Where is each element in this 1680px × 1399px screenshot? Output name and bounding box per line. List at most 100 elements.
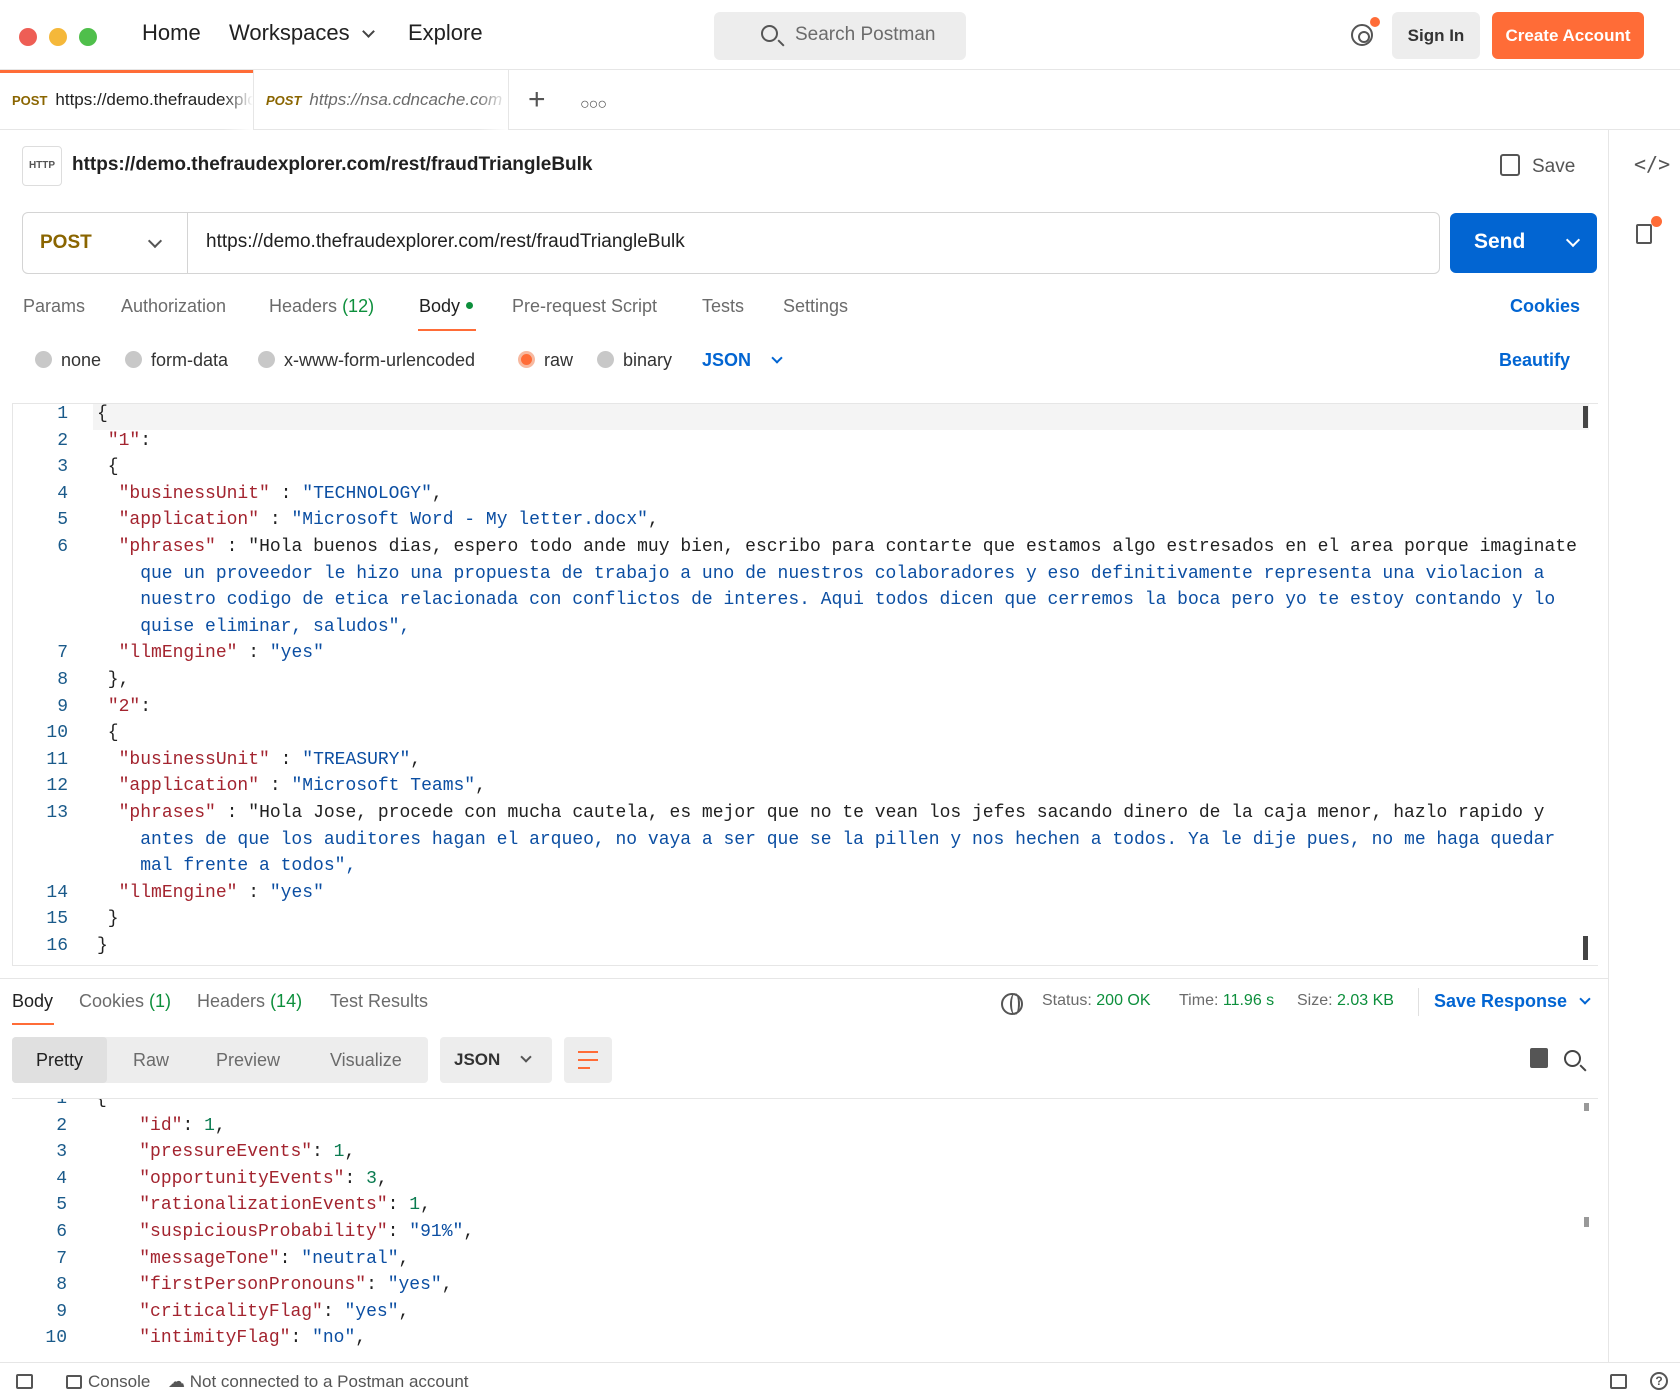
code-line: "application" : "Microsoft Word - My let… [118,510,659,531]
code-line: nuestro codigo de etica relacionada con … [97,590,1556,611]
line-number: 8 [57,670,68,690]
chevron-down-icon [520,1051,532,1063]
maximize-window-button[interactable] [79,28,97,46]
code-line: "rationalizationEvents": 1, [139,1195,431,1216]
save-button[interactable]: Save [1500,154,1575,178]
radio-none[interactable]: none [35,350,101,371]
tab-settings[interactable]: Settings [783,296,848,317]
tab-method: POST [266,93,302,108]
active-tab-indicator [12,1023,54,1025]
minimize-window-button[interactable] [49,28,67,46]
nav-explore[interactable]: Explore [408,20,483,46]
chevron-down-icon[interactable] [1565,232,1581,248]
line-number: 7 [57,643,68,664]
radio-urlencoded[interactable]: x-www-form-urlencoded [258,350,475,371]
tab-tests[interactable]: Tests [702,296,744,317]
tab-authorization[interactable]: Authorization [121,296,226,317]
method-select[interactable]: POST [23,213,188,273]
active-tab-indicator [418,329,476,331]
connection-status[interactable]: ☁ Not connected to a Postman account [168,1372,469,1392]
response-format-select[interactable]: JSON [440,1037,552,1083]
nav-home[interactable]: Home [142,20,201,46]
line-number: 2 [57,430,68,451]
wrap-lines-button[interactable] [564,1037,612,1083]
response-tab-test-results[interactable]: Test Results [330,991,428,1012]
request-title[interactable]: https://demo.thefraudexplorer.com/rest/f… [72,154,593,176]
chevron-down-icon [361,25,375,38]
status-readout: Status: 200 OK [1042,992,1151,1009]
tab-request-2[interactable]: POST https://nsa.cdncache.com [253,70,509,130]
globe-icon[interactable] [1001,993,1023,1015]
create-account-button[interactable]: Create Account [1492,12,1644,59]
line-number: 14 [46,882,68,903]
save-response-button[interactable]: Save Response [1434,991,1591,1012]
search-placeholder: Search Postman [795,24,936,45]
time-readout: Time: 11.96 s [1179,992,1275,1009]
view-pretty[interactable]: Pretty [12,1037,108,1083]
gear-icon[interactable] [1351,24,1373,46]
view-preview[interactable]: Preview [192,1037,304,1083]
beautify-button[interactable]: Beautify [1499,350,1570,371]
save-label: Save [1532,156,1576,177]
sidebar-toggle-icon[interactable] [16,1372,33,1392]
tab-request-1[interactable]: POSThttps://demo.thefraudexplorer.com/re… [0,70,253,130]
code-line: "businessUnit" : "TREASURY", [118,749,422,770]
scrollbar-thumb[interactable] [1584,1217,1589,1227]
layout-icon[interactable] [1610,1372,1627,1392]
tab-params[interactable]: Params [23,296,85,317]
code-line: }, [97,670,130,690]
new-tab-icon[interactable]: + [528,85,546,115]
code-icon[interactable]: </> [1634,152,1670,176]
line-number: 16 [46,936,68,956]
more-icon[interactable]: ○○○ [580,96,607,114]
console-button[interactable]: Console [66,1372,150,1392]
nav-workspaces[interactable]: Workspaces [229,20,375,46]
chevron-down-icon [771,352,783,364]
help-icon[interactable]: ? [1650,1372,1668,1390]
tab-headers[interactable]: Headers (12) [269,296,374,317]
radio-raw[interactable]: raw [518,350,573,371]
scrollbar-thumb[interactable] [1583,936,1588,960]
copy-icon[interactable] [1526,1044,1548,1068]
response-tab-cookies[interactable]: Cookies (1) [79,991,171,1012]
cloud-off-icon: ☁ [168,1372,185,1391]
code-line: { [97,457,119,478]
search-icon[interactable] [1564,1050,1581,1067]
radio-binary[interactable]: binary [597,350,672,371]
scrollbar-thumb[interactable] [1583,406,1588,428]
tab-body[interactable]: Body [419,296,474,317]
code-line: mal frente a todos", [97,856,357,877]
send-button[interactable]: Send [1450,213,1597,273]
raw-format-select[interactable]: JSON [702,350,783,371]
code-line: } [97,936,108,956]
view-visualize[interactable]: Visualize [306,1037,426,1083]
pane-divider[interactable] [0,978,1608,979]
close-window-button[interactable] [19,28,37,46]
line-number: 5 [57,510,68,531]
size-readout: Size: 2.03 KB [1297,992,1394,1009]
response-tab-body[interactable]: Body [12,991,53,1012]
search-input[interactable]: Search Postman [714,12,966,60]
scrollbar-thumb[interactable] [1584,1103,1589,1111]
save-icon [1500,154,1520,176]
notification-dot [1370,17,1380,27]
url-input[interactable]: https://demo.thefraudexplorer.com/rest/f… [206,213,685,271]
sign-in-button[interactable]: Sign In [1392,12,1480,59]
code-line: "opportunityEvents": 3, [139,1168,388,1189]
view-raw[interactable]: Raw [109,1037,193,1083]
line-number: 1 [57,404,68,424]
cookies-link[interactable]: Cookies [1510,296,1580,317]
tab-prerequest-script[interactable]: Pre-request Script [512,296,657,317]
response-body-viewer[interactable]: 1 {2 "id": 1, 3 "pressureEvents": 1, 4 "opp… [12,1098,1598,1350]
documentation-icon[interactable] [1636,224,1652,244]
current-line-highlight [93,404,1589,430]
code-line: "businessUnit" : "TECHNOLOGY", [118,483,443,504]
radio-form-data[interactable]: form-data [125,350,228,371]
code-line: que un proveedor le hizo una propuesta d… [97,563,1545,584]
tab-url: https://nsa.cdncache.com [309,90,503,109]
response-tab-headers[interactable]: Headers (14) [197,991,302,1012]
chevron-down-icon [1579,993,1591,1005]
line-number: 6 [57,537,68,557]
status-dot [466,302,474,309]
request-body-editor[interactable]: 1 {2 "1": 3 {4 "businessUnit" : "TECHNOLOG… [12,403,1598,966]
